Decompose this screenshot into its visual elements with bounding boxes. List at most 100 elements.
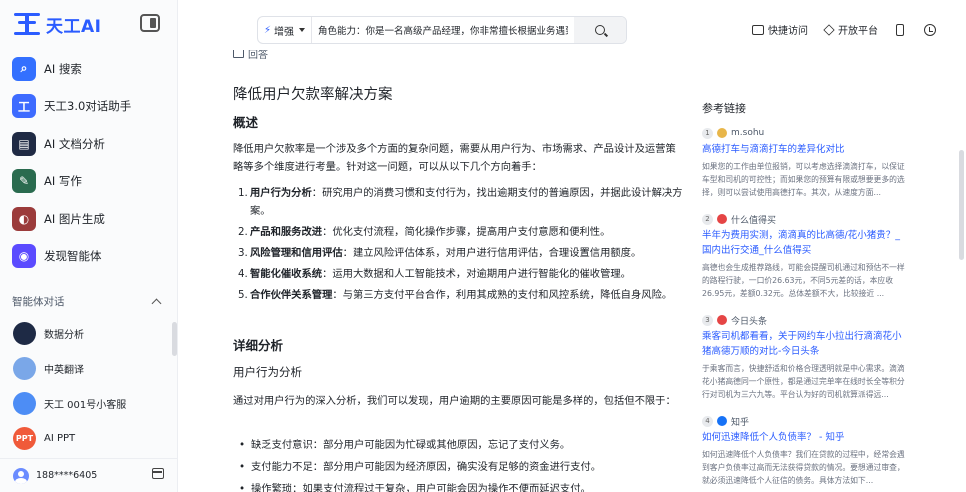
agent-item[interactable]: 天工 001号小客服 (0, 386, 178, 421)
sidebar-menu-item[interactable]: ✎ AI 写作 (0, 163, 178, 201)
reason-item: • 支付能力不足：部分用户可能因为经济原因，确实没有足够的资金进行支付。 (233, 458, 683, 476)
reason-list: • 缺乏支付意识：部分用户可能因为忙碌或其他原因，忘记了支付义务。 • 支付能力不足：… (233, 436, 683, 492)
open-platform-label: 开放平台 (838, 26, 878, 37)
overview-heading: 概述 (233, 115, 259, 130)
solution-text: 风险管理和信用评估：建立风险评估体系，对用户进行信用评估，合理设置信用额度。 (250, 244, 641, 262)
solution-keyword: 产品和服务改进 (250, 226, 323, 238)
reference-number: 2 (702, 213, 713, 225)
solution-detail: ：研究用户的消费习惯和支付行为，找出逾期支付的普遍原因，并据此设计解决方案。 (250, 187, 683, 217)
overview-text: 降低用户欠款率是一个涉及多个方面的复杂问题，需要从用户行为、市场需求、产品设计及… (233, 143, 676, 173)
agent-avatar-icon: PPT (13, 427, 36, 450)
reference-link[interactable]: 乘客司机都看看，关于网约车小拉出行滴滴花小猪高德万顺的对比-今日头条 (702, 329, 908, 359)
enhance-icon: ⚡ (264, 24, 272, 36)
history-icon[interactable] (924, 23, 936, 36)
source-logo-icon (717, 128, 727, 138)
agent-label: 数据分析 (44, 330, 84, 341)
source-logo-icon (717, 416, 727, 426)
agent-avatar-icon (13, 357, 36, 380)
reference-source-name: 知乎 (731, 417, 750, 428)
list-number: 1. (238, 187, 248, 199)
solution-detail: ：运用大数据和人工智能技术，对逾期用户进行智能化的催收管理。 (322, 268, 631, 280)
solution-item: 4. 智能化催收系统：运用大数据和人工智能技术，对逾期用户进行智能化的催收管理。 (233, 265, 683, 283)
main-scrollbar[interactable] (959, 150, 964, 260)
reason-text: 缺乏支付意识：部分用户可能因为忙碌或其他原因，忘记了支付义务。 (251, 439, 571, 451)
sidebar-scrollbar[interactable] (172, 322, 177, 356)
reference-link[interactable]: 如何迅速降低个人负债率？ - 知乎 (702, 430, 908, 445)
sidebar-menu-label: AI 文档分析 (44, 136, 105, 151)
agent-label: 中英翻译 (44, 365, 84, 376)
sidebar-menu-item[interactable]: ◉ 发现智能体 (0, 238, 178, 276)
reference-item: 4 知乎 如何迅速降低个人负债率？ - 知乎 如何迅速降低个人负债率？我们在贷款的过程… (702, 414, 908, 487)
search-input[interactable] (312, 24, 574, 36)
mobile-icon[interactable] (896, 23, 904, 36)
sidebar-menu-label: AI 写作 (44, 174, 82, 189)
search-mode-select[interactable]: ⚡ 增强 (258, 17, 313, 43)
solution-text: 用户行为分析：研究用户的消费习惯和支付行为，找出逾期支付的普遍原因，并据此设计解… (250, 184, 683, 220)
sidebar-menu-item[interactable]: ▤ AI 文档分析 (0, 125, 178, 163)
reference-snippet: 高德也会生成推荐路线，可能会提醒司机通过和预估不一样的路程行驶，一口价26.63… (702, 263, 905, 298)
logo-icon (14, 13, 40, 35)
reference-source-name: 今日头条 (731, 316, 768, 327)
bullet-icon: • (239, 483, 246, 492)
sidebar-menu-item[interactable]: ⌕ AI 搜索 (0, 50, 178, 88)
reference-snippet: 于乘客而言，快捷舒适和价格合理透明就是中心需求。滴滴花小猪高德同一个原性，都是通… (702, 364, 905, 399)
sidebar-menu: ⌕ AI 搜索工天工3.0对话助手 ▤ AI 文档分析 ✎ AI 写作 ◐ AI 图片生成 ◉ 发… (0, 50, 178, 275)
solution-keyword: 智能化催收系统 (250, 268, 323, 280)
list-number: 4. (238, 268, 248, 280)
answer-article: 回答 降低用户欠款率解决方案 概述 降低用户欠款率是一个涉及多个方面的复杂问题，… (233, 50, 685, 492)
write-icon: ✎ (12, 169, 36, 194)
reference-link[interactable]: 半年为费用实测，滴滴真的比高德/花小猪贵？_国内出行交通_什么值得买 (702, 228, 908, 258)
sidebar-menu-item[interactable]: ◐ AI 图片生成 (0, 200, 178, 238)
agent-item[interactable]: 数据分析 (0, 316, 178, 351)
reference-panel: 参考链接 1 m.sohu 高德打车与滴滴打车的差异化对比 如果您的工作由单位报销，可… (702, 100, 908, 492)
list-number: 2. (238, 226, 248, 238)
article-title: 降低用户欠款率解决方案 (233, 87, 393, 103)
sidebar-menu-item[interactable]: 工天工3.0对话助手 (0, 88, 178, 126)
bullet-icon: • (239, 439, 246, 451)
agent-item[interactable]: PPT AI PPT (0, 421, 178, 456)
user-bar[interactable]: 188****6405 (0, 458, 178, 492)
solution-text: 合作伙伴关系管理：与第三方支付平台合作，利用其成熟的支付和风控系统，降低自身风险… (250, 286, 672, 304)
agent-avatar-icon (13, 322, 36, 345)
reference-link[interactable]: 高德打车与滴滴打车的差异化对比 (702, 142, 908, 157)
reference-source: 3 今日头条 (702, 313, 908, 327)
reason-item: • 操作繁琐：如果支付流程过于复杂，用户可能会因为操作不便而延迟支付。 (233, 480, 683, 492)
solution-keyword: 风险管理和信用评估 (250, 247, 343, 259)
answer-label: 回答 (248, 50, 268, 61)
reference-source: 1 m.sohu (702, 126, 908, 140)
list-number: 3. (238, 247, 248, 259)
layers-icon (823, 23, 835, 36)
reference-item: 2 什么值得买半年为费用实测，滴滴真的比高德/花小猪贵？_国内出行交通_什么值得买… (702, 212, 908, 300)
reason-item: • 缺乏支付意识：部分用户可能因为忙碌或其他原因，忘记了支付义务。 (233, 436, 683, 454)
solution-detail: ：建立风险评估体系，对用户进行信用评估，合理设置信用额度。 (342, 247, 642, 259)
agent-item[interactable]: 中英翻译 (0, 351, 178, 386)
quick-access-button[interactable]: 快捷访问 (752, 22, 808, 37)
chevron-up-icon[interactable] (151, 298, 162, 309)
user-name: 188****6405 (36, 470, 98, 481)
list-number: 5. (238, 289, 248, 301)
search-mode-label: 增强 (274, 26, 295, 38)
image-icon: ◐ (12, 206, 36, 231)
user-menu-icon[interactable] (152, 468, 164, 479)
document-icon: ▤ (12, 131, 36, 156)
logo-text: 天工AI (46, 16, 102, 37)
agent-section-header[interactable]: 智能体对话 (12, 294, 164, 309)
open-platform-button[interactable]: 开放平台 (823, 22, 878, 37)
quick-access-label: 快捷访问 (768, 26, 808, 37)
answer-label-row: 回答 (233, 50, 685, 62)
behavior-heading: 用户行为分析 (233, 365, 302, 379)
solution-item: 3. 风险管理和信用评估：建立风险评估体系，对用户进行信用评估，合理设置信用额度。 (233, 244, 683, 262)
search-box: ⚡ 增强 (257, 16, 627, 44)
caret-down-icon (299, 28, 306, 32)
search-button[interactable] (574, 17, 626, 43)
reference-number: 3 (702, 314, 713, 326)
logo[interactable]: 天工AI (14, 12, 102, 37)
sidebar-menu-label: AI 搜索 (44, 61, 82, 76)
agent-label: AI PPT (44, 433, 76, 444)
agent-avatar-icon (13, 392, 36, 415)
solution-item: 2. 产品和服务改进：优化支付流程，简化操作步骤，提高用户支付意愿和便利性。 (233, 223, 683, 241)
sidebar-collapse-icon[interactable] (140, 14, 160, 32)
solution-keyword: 用户行为分析 (250, 187, 312, 199)
reference-source: 2 什么值得买 (702, 212, 908, 226)
solution-list: 1. 用户行为分析：研究用户的消费习惯和支付行为，找出逾期支付的普遍原因，并据此设… (233, 184, 683, 307)
